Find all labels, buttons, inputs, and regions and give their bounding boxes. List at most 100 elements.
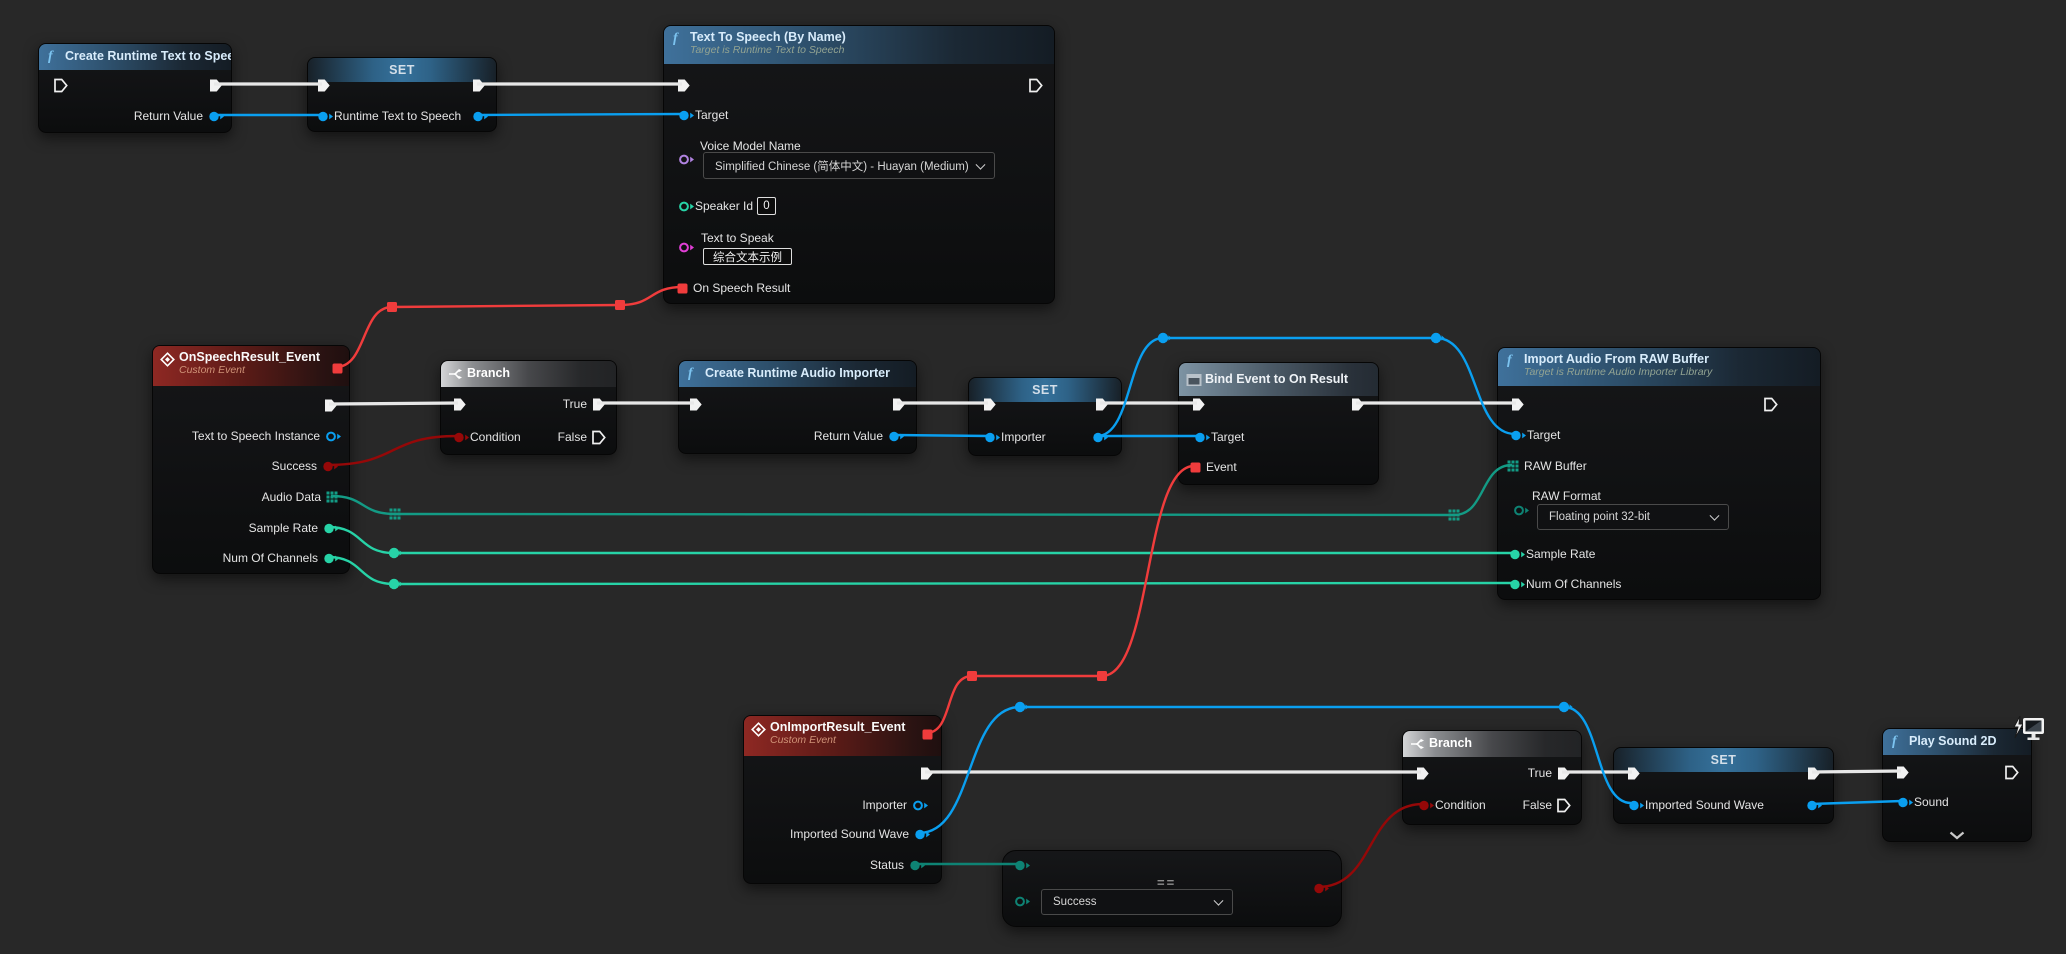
node-import-audio-from-raw-buffer[interactable]: fImport Audio From RAW BufferTarget is R…	[1497, 347, 1821, 600]
pin-importer-out[interactable]	[1092, 431, 1109, 444]
text-to-speak-input[interactable]: 综合文本示例	[703, 248, 792, 265]
pin-runtime-text-to-speech-in[interactable]	[317, 110, 334, 123]
pin-sample-rate[interactable]	[323, 522, 340, 535]
pin-exec-in[interactable]	[1191, 397, 1206, 412]
function-icon: f	[688, 367, 693, 381]
pin-exec-in[interactable]	[316, 78, 331, 93]
pin-result[interactable]	[1313, 882, 1330, 895]
pin-target[interactable]	[1510, 429, 1527, 442]
node-subtitle: Target is Runtime Text to Speech	[690, 44, 1054, 56]
pin-exec-out[interactable]	[1028, 78, 1043, 93]
node-play-sound-2d[interactable]: fPlay Sound 2DSound	[1882, 728, 2032, 842]
reroute-node-square[interactable]	[387, 302, 397, 312]
raw-format-dropdown[interactable]: Floating point 32-bit	[1537, 504, 1729, 530]
reroute-node-grid[interactable]	[390, 509, 401, 520]
pin-text-to-speak[interactable]	[678, 241, 695, 254]
pin-target[interactable]	[1194, 431, 1211, 444]
pin-audio-data[interactable]	[326, 491, 338, 503]
pin-exec-in[interactable]	[982, 397, 997, 412]
pin-target[interactable]	[678, 109, 695, 122]
reroute-node-circle[interactable]	[389, 548, 403, 558]
pin-exec-out[interactable]	[891, 397, 906, 412]
pin-importer-in[interactable]	[984, 431, 1001, 444]
expand-advanced-pins-chevron-icon[interactable]	[1949, 827, 1965, 845]
pin-sound[interactable]	[1897, 796, 1914, 809]
node-branch-1[interactable]: BranchConditionTrueFalse	[440, 360, 617, 455]
node-set-runtime-text-to-speech[interactable]: SETRuntime Text to Speech	[307, 57, 497, 132]
reroute-node-circle[interactable]	[1559, 702, 1573, 712]
pin-exec-out[interactable]	[208, 78, 223, 93]
reroute-node-square[interactable]	[1097, 671, 1107, 681]
pin-importer[interactable]	[912, 799, 929, 812]
voice-model-name-dropdown[interactable]: Simplified Chinese (简体中文) - Huayan (Medi…	[703, 152, 995, 179]
pin-true-out[interactable]	[1556, 766, 1571, 781]
reroute-node-circle[interactable]	[1431, 333, 1445, 343]
pin-condition[interactable]	[453, 431, 470, 444]
pin-num-of-channels[interactable]	[1509, 578, 1526, 591]
pin-speaker-id[interactable]	[678, 200, 695, 213]
speaker-id-input[interactable]: 0	[757, 197, 776, 215]
pin-exec-in[interactable]	[1510, 397, 1525, 412]
node-branch-2[interactable]: BranchConditionTrueFalse	[1402, 730, 1582, 825]
node-header: fCreate Runtime Audio Importer	[679, 361, 916, 387]
enum-value-dropdown[interactable]: Success	[1041, 889, 1233, 915]
pin-exec-in[interactable]	[1895, 765, 1910, 780]
reroute-node-circle[interactable]	[389, 579, 403, 589]
node-text-to-speech-by-name[interactable]: fText To Speech (By Name)Target is Runti…	[663, 25, 1055, 304]
node-bind-event-to-on-result[interactable]: Bind Event to On ResultTargetEvent	[1178, 362, 1379, 485]
chevron-down-icon	[1710, 511, 1720, 521]
pin-exec-out[interactable]	[1763, 397, 1778, 412]
pin-runtime-text-to-speech-out[interactable]	[472, 110, 489, 123]
pin-voice-model-name[interactable]	[678, 153, 695, 166]
reroute-node-circle[interactable]	[1015, 702, 1029, 712]
reroute-node-circle[interactable]	[1158, 333, 1172, 343]
node-create-runtime-audio-importer[interactable]: fCreate Runtime Audio ImporterReturn Val…	[678, 360, 917, 454]
pin-raw-format[interactable]	[1513, 504, 1530, 517]
pin-b-in[interactable]	[1014, 895, 1031, 908]
pin-on-speech-result[interactable]	[677, 283, 688, 294]
pin-delegate-out[interactable]	[332, 363, 343, 374]
pin-delegate-out[interactable]	[922, 729, 933, 740]
pin-imported-sound-wave-in[interactable]	[1628, 799, 1645, 812]
pin-exec-out[interactable]	[471, 78, 486, 93]
pin-label-true-out: True	[563, 396, 587, 412]
pin-exec-out[interactable]	[1094, 397, 1109, 412]
reroute-node-square[interactable]	[967, 671, 977, 681]
pin-return-value[interactable]	[208, 110, 225, 123]
pin-exec-in[interactable]	[53, 78, 68, 93]
pin-raw-buffer[interactable]	[1507, 460, 1519, 472]
pin-num-of-channels[interactable]	[323, 552, 340, 565]
node-create-runtime-text-to-speech[interactable]: fCreate Runtime Text to SpeechReturn Val…	[38, 43, 232, 133]
pin-false-out[interactable]	[591, 430, 606, 445]
node-onspeechresult-event[interactable]: OnSpeechResult_EventCustom EventText to …	[152, 345, 350, 574]
pin-text-to-speech-instance[interactable]	[325, 430, 342, 443]
pin-exec-out[interactable]	[1806, 766, 1821, 781]
node-set-imported-sound-wave[interactable]: SETImported Sound Wave	[1613, 747, 1834, 824]
pin-imported-sound-wave[interactable]	[914, 828, 931, 841]
node-set-importer[interactable]: SETImporter	[968, 377, 1122, 456]
pin-exec-in[interactable]	[1626, 766, 1641, 781]
pin-exec-in[interactable]	[452, 397, 467, 412]
pin-status[interactable]	[909, 859, 926, 872]
reroute-node-square[interactable]	[615, 300, 625, 310]
pin-exec-out[interactable]	[323, 398, 338, 413]
pin-exec-out[interactable]	[1350, 397, 1365, 412]
pin-exec-out[interactable]	[919, 766, 934, 781]
blueprint-graph-canvas[interactable]: fCreate Runtime Text to SpeechReturn Val…	[0, 0, 2066, 954]
pin-exec-in[interactable]	[688, 397, 703, 412]
pin-event[interactable]	[1190, 462, 1201, 473]
pin-exec-in[interactable]	[1415, 766, 1430, 781]
pin-imported-sound-wave-out[interactable]	[1806, 799, 1823, 812]
pin-success[interactable]	[322, 460, 339, 473]
reroute-node-grid[interactable]	[1449, 510, 1460, 521]
pin-false-out[interactable]	[1556, 798, 1571, 813]
pin-a-in[interactable]	[1014, 859, 1031, 872]
node-equal-enum[interactable]: ==Success	[1002, 850, 1342, 927]
node-onimportresult-event[interactable]: OnImportResult_EventCustom EventImporter…	[743, 715, 942, 884]
pin-condition[interactable]	[1418, 799, 1435, 812]
pin-return-value[interactable]	[888, 430, 905, 443]
pin-sample-rate[interactable]	[1509, 548, 1526, 561]
pin-exec-in[interactable]	[676, 78, 691, 93]
pin-exec-out[interactable]	[2004, 765, 2019, 780]
pin-true-out[interactable]	[591, 397, 606, 412]
